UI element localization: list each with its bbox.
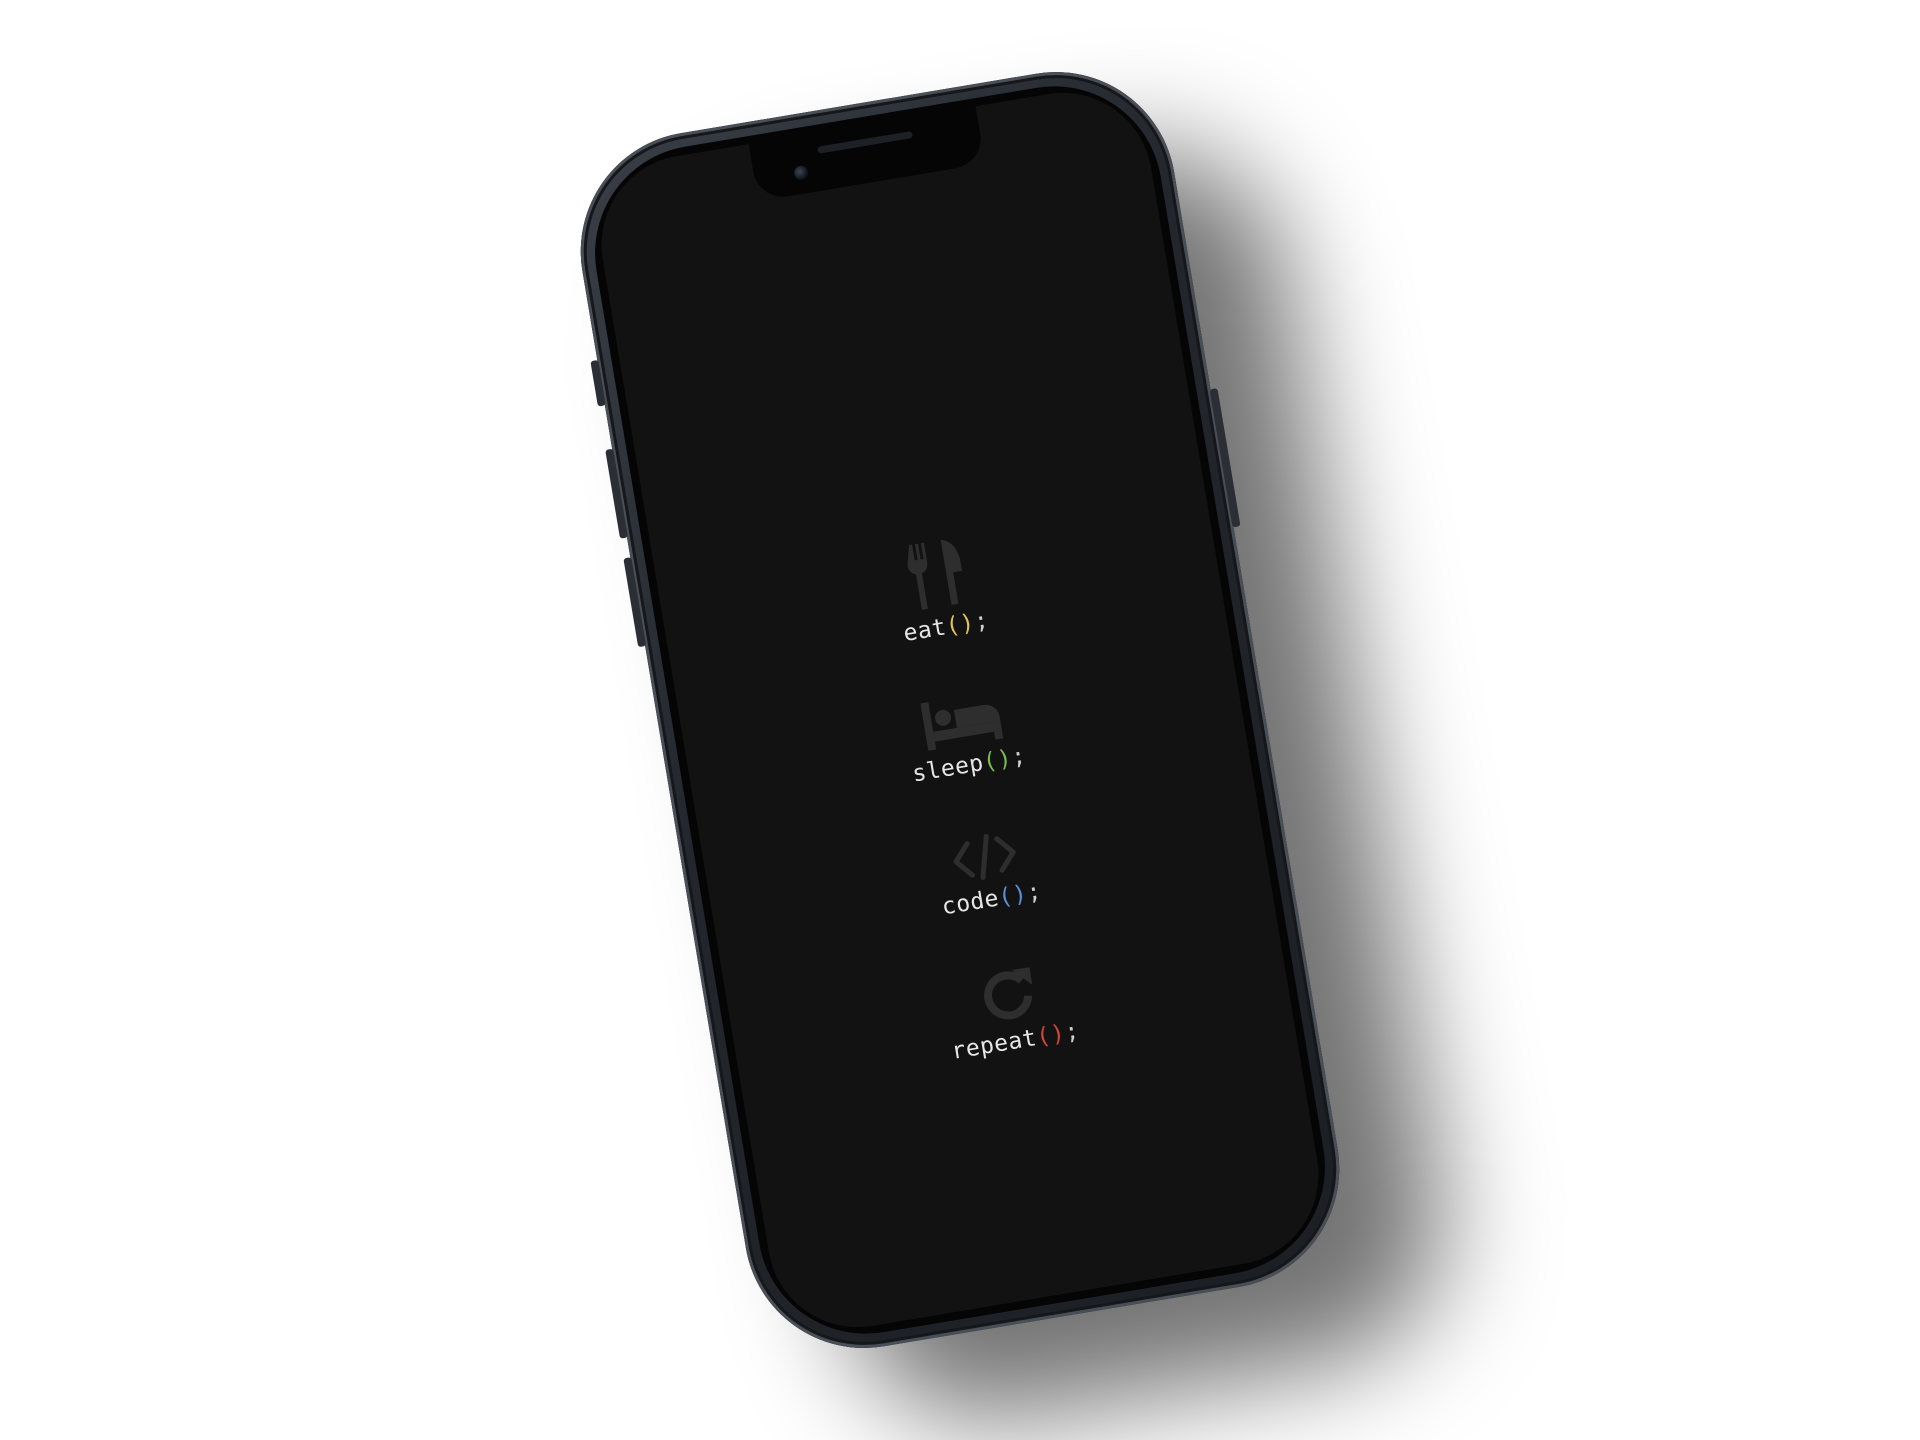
semicolon: ;: [1009, 742, 1029, 771]
wallpaper-item-code: code();: [931, 825, 1043, 920]
refresh-icon: [984, 967, 1033, 1020]
semicolon: ;: [1062, 1017, 1082, 1046]
function-name: repeat: [949, 1025, 1039, 1065]
silent-switch: [590, 359, 606, 407]
function-name: code: [939, 885, 1001, 921]
wallpaper-item-sleep: sleep();: [901, 686, 1028, 788]
eat-label: eat();: [902, 607, 991, 647]
earpiece-speaker: [817, 131, 913, 154]
function-parens: (): [981, 745, 1014, 776]
function-parens: (): [996, 880, 1030, 912]
bed-icon: [920, 702, 1004, 751]
code-icon: [953, 833, 1016, 881]
wallpaper-item-eat: eat();: [889, 532, 991, 647]
fork-knife-icon: [907, 539, 963, 610]
function-name: sleep: [910, 750, 986, 788]
semicolon: ;: [1024, 878, 1044, 907]
volume-down-button: [623, 557, 647, 648]
function-parens: (): [943, 609, 977, 640]
function-name: eat: [901, 614, 949, 648]
front-camera: [793, 164, 810, 181]
stage: eat(); sleep(); code(); repeat();: [0, 0, 1920, 1440]
semicolon: ;: [972, 607, 991, 636]
wallpaper-item-repeat: repeat();: [939, 957, 1081, 1065]
function-parens: (): [1034, 1020, 1068, 1051]
volume-up-button: [605, 448, 628, 539]
repeat-label: repeat();: [950, 1018, 1082, 1065]
wallpaper-content: eat(); sleep(); code(); repeat();: [657, 493, 1301, 1155]
